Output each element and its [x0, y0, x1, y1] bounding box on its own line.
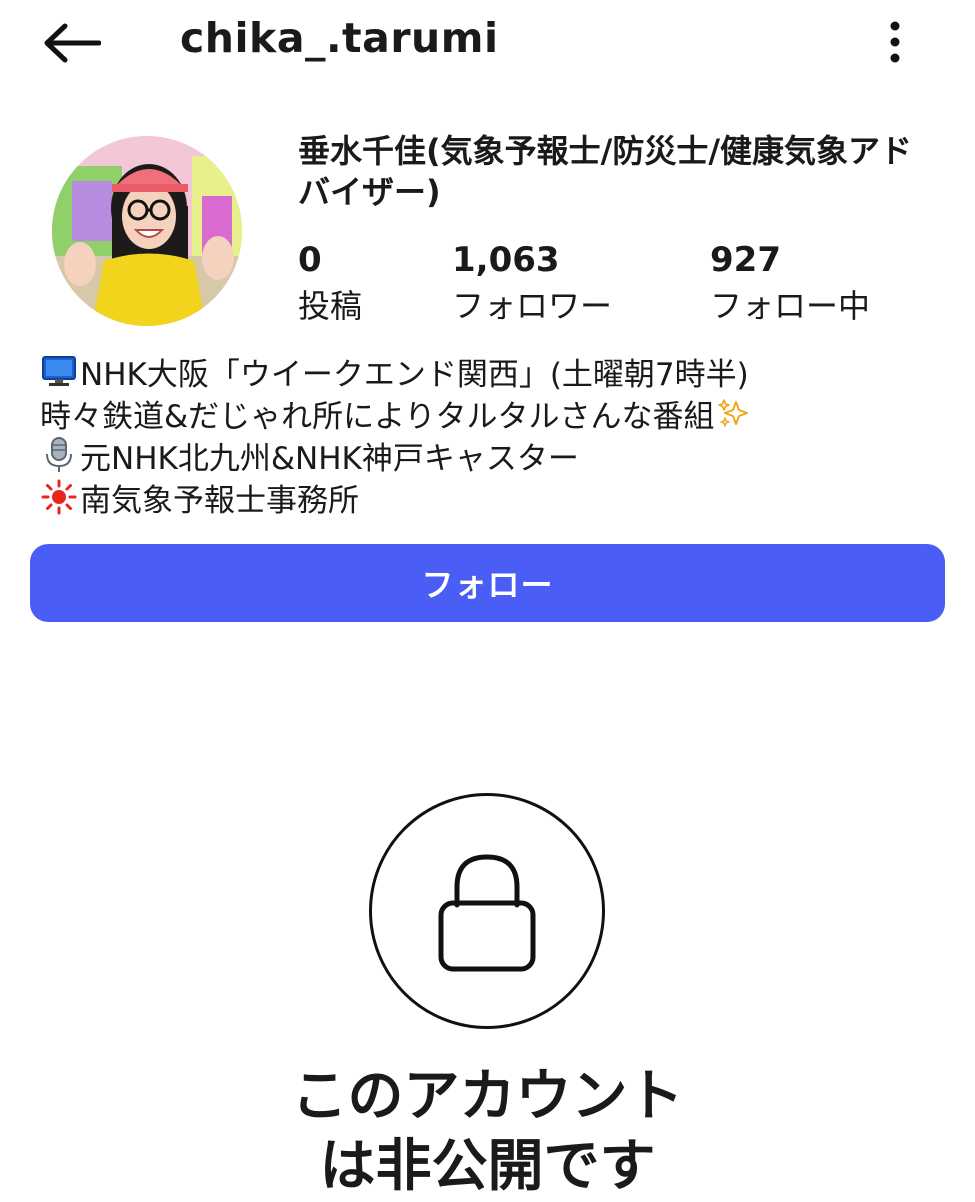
- bio-text: 元NHK北九州&NHK神戸キャスター: [80, 440, 579, 477]
- posts-stat: 0 投稿: [298, 240, 362, 326]
- bio-text: 時々鉄道&だじゃれ所によりタルタルさんな番組: [40, 398, 715, 435]
- private-message-line: は非公開です: [319, 1134, 656, 1199]
- bio-line: 時々鉄道&だじゃれ所によりタルタルさんな番組: [40, 392, 960, 435]
- following-label: フォロー中: [710, 287, 871, 325]
- sun-icon: [40, 478, 78, 516]
- following-stat[interactable]: 927 フォロー中: [710, 240, 870, 326]
- more-vertical-icon: [890, 21, 900, 63]
- bio-line: 南気象予報士事務所: [40, 476, 960, 519]
- lock-icon: [438, 854, 536, 972]
- computer-icon: [40, 352, 78, 390]
- profile-bio: NHK大阪「ウイークエンド関西」(土曜朝7時半) 時々鉄道&だじゃれ所によりタル…: [40, 350, 960, 519]
- top-bar: chika_.tarumi: [0, 0, 975, 90]
- display-name: 垂水千佳(気象予報士/防災士/健康気象アドバイザー): [298, 132, 913, 211]
- posts-count: 0: [298, 240, 322, 280]
- following-count: 927: [710, 240, 781, 280]
- private-lock-badge: [369, 793, 605, 1029]
- bio-line: NHK大阪「ウイークエンド関西」(土曜朝7時半): [40, 350, 960, 393]
- private-message-line: このアカウント: [291, 1064, 684, 1129]
- arrow-left-icon: [44, 23, 101, 63]
- profile-avatar[interactable]: [52, 136, 242, 326]
- back-button[interactable]: [36, 18, 106, 68]
- posts-label: 投稿: [298, 287, 363, 325]
- private-account-message: このアカウント は非公開です: [0, 1062, 975, 1202]
- follow-button[interactable]: フォロー: [30, 544, 945, 622]
- followers-label: フォロワー: [452, 287, 613, 325]
- followers-count: 1,063: [452, 240, 560, 280]
- sparkles-icon: [715, 394, 753, 432]
- more-options-button[interactable]: [872, 14, 918, 70]
- bio-text: 南気象予報士事務所: [80, 482, 359, 519]
- microphone-icon: [40, 436, 78, 474]
- profile-username: chika_.tarumi: [180, 14, 499, 62]
- bio-line: 元NHK北九州&NHK神戸キャスター: [40, 434, 960, 477]
- bio-text: NHK大阪「ウイークエンド関西」(土曜朝7時半): [80, 356, 749, 393]
- follow-button-label: フォロー: [421, 566, 554, 604]
- followers-stat[interactable]: 1,063 フォロワー: [452, 240, 612, 326]
